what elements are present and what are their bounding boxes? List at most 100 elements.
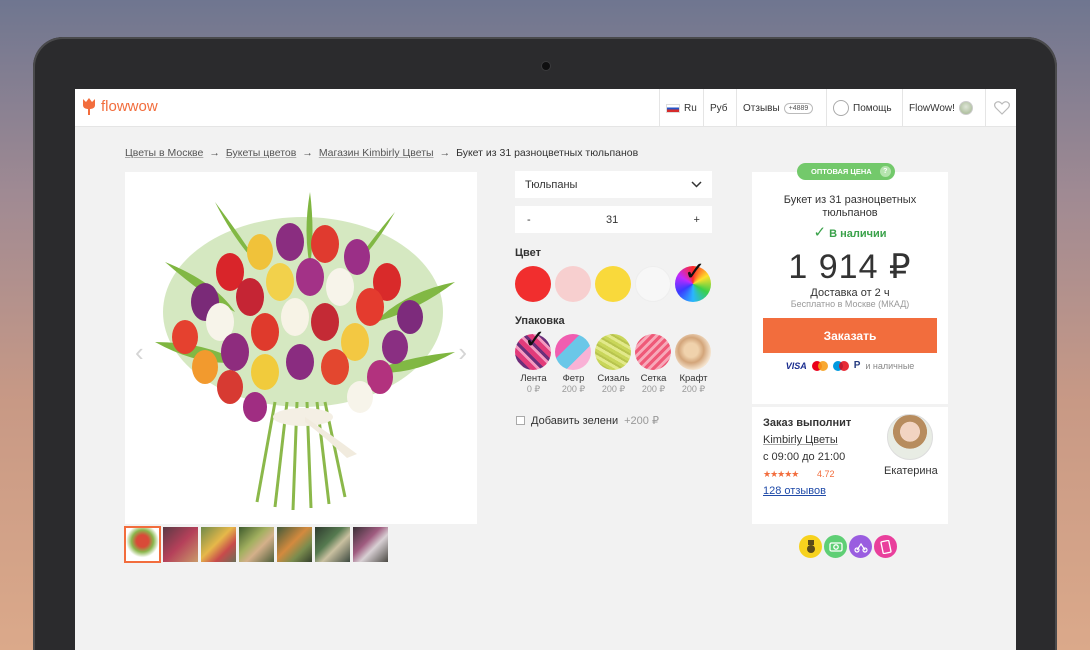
payment-methods: VISA P и наличные: [752, 360, 948, 371]
account-label: FlowWow!: [909, 102, 955, 114]
color-heading: Цвет: [515, 247, 542, 259]
favorites-button[interactable]: [985, 89, 1016, 127]
color-swatch-yellow[interactable]: [595, 266, 631, 302]
wholesale-price-badge[interactable]: ОПТОВАЯ ЦЕНА ?: [797, 163, 895, 180]
color-swatch-mix[interactable]: ✓: [675, 258, 711, 302]
packaging-price: 200 ₽: [601, 384, 626, 394]
florist-avatar: [887, 414, 933, 460]
seller-name-link[interactable]: Kimbirly Цветы: [763, 434, 838, 446]
seller-hours: с 09:00 до 21:00: [763, 451, 846, 463]
help-icon: [833, 100, 849, 116]
russia-flag-icon: [666, 103, 680, 113]
thumbnail[interactable]: [163, 527, 198, 562]
buy-card: Букет из 31 разноцветных тюльпанов ✓ В н…: [752, 172, 948, 404]
packaging-option-kraft[interactable]: Крафт 200 ₽: [675, 334, 712, 395]
color-swatch-pink[interactable]: [555, 266, 591, 302]
color-swatch-white[interactable]: [635, 266, 671, 302]
flower-type-value: Тюльпаны: [525, 178, 578, 191]
kraft-image: [675, 334, 711, 370]
breadcrumb-link-bouquets[interactable]: Букеты цветов: [226, 147, 296, 159]
packaging-option-felt[interactable]: Фетр 200 ₽: [555, 334, 592, 395]
tulip-logo-icon: [83, 98, 95, 115]
color-swatch-red[interactable]: [515, 266, 551, 302]
account-menu[interactable]: FlowWow!: [902, 89, 979, 127]
breadcrumb-arrow-icon: →: [439, 147, 451, 159]
seller-card: Заказ выполнит Kimbirly Цветы с 09:00 до…: [752, 407, 948, 524]
breadcrumb-link-city[interactable]: Цветы в Москве: [125, 147, 203, 159]
thumbnail[interactable]: [353, 527, 388, 562]
add-greens-price: +200 ₽: [624, 415, 659, 427]
language-switch[interactable]: Ru: [659, 89, 703, 127]
packaging-price: 200 ₽: [561, 384, 586, 394]
thumbnail[interactable]: [201, 527, 236, 562]
thumbnail[interactable]: [239, 527, 274, 562]
order-button[interactable]: Заказать: [763, 318, 937, 354]
rating-value: 4.72: [817, 469, 835, 479]
paypal-icon: P: [853, 360, 861, 372]
help-link[interactable]: Помощь: [826, 89, 898, 127]
account-avatar: [958, 101, 973, 115]
breadcrumb-current: Букет из 31 разноцветных тюльпанов: [456, 147, 639, 159]
reviews-link[interactable]: Отзывы +4889: [736, 89, 819, 127]
tulip-bouquet-image: [155, 192, 455, 511]
selected-checkmark-icon: ✓: [684, 256, 706, 286]
packaging-option-ribbon[interactable]: ✓ Лента 0 ₽: [515, 326, 552, 395]
add-greens-label: Добавить зелени: [531, 414, 619, 427]
quantity-minus-button[interactable]: -: [527, 214, 531, 226]
logo[interactable]: flowwow: [81, 97, 158, 115]
product-main-image[interactable]: ‹ ›: [125, 172, 477, 524]
packaging-name: Сетка: [640, 373, 667, 384]
florist-name: Екатерина: [884, 465, 938, 477]
thumbnail[interactable]: [315, 527, 350, 562]
sisal-image: [595, 334, 631, 370]
shop-badges: [797, 533, 899, 560]
thumbnail[interactable]: [277, 527, 312, 562]
color-swatches: ✓: [515, 258, 711, 302]
packaging-name: Фетр: [562, 373, 585, 384]
thumbnail[interactable]: [124, 526, 161, 563]
visa-icon: VISA: [785, 360, 807, 371]
next-image-chevron-icon[interactable]: ›: [458, 337, 467, 368]
heart-icon: [994, 101, 1010, 115]
help-label: Помощь: [853, 102, 892, 114]
add-greens-option[interactable]: Добавить зелени +200 ₽: [516, 414, 659, 427]
seller-reviews-link[interactable]: 128 отзывов: [763, 485, 826, 497]
language-label: Ru: [684, 102, 697, 114]
packaging-option-sisal[interactable]: Сизаль 200 ₽: [595, 334, 632, 395]
card-badge-icon[interactable]: [872, 533, 899, 560]
flower-type-select[interactable]: Тюльпаны: [515, 171, 712, 198]
selected-checkmark-icon: ✓: [524, 324, 546, 354]
delivery-badge-icon[interactable]: [847, 533, 874, 560]
help-question-icon[interactable]: ?: [879, 166, 891, 177]
breadcrumb-link-shop[interactable]: Магазин Kimbirly Цветы: [319, 147, 434, 159]
currency-switch[interactable]: Руб: [703, 89, 734, 127]
reviews-label: Отзывы: [743, 102, 780, 114]
packaging-name: Сизаль: [597, 373, 630, 384]
checkmark-icon: ✓: [813, 224, 827, 242]
packaging-option-mesh[interactable]: Сетка 200 ₽: [635, 334, 672, 395]
quantity-plus-button[interactable]: +: [694, 214, 700, 226]
stock-status: ✓ В наличии: [752, 223, 948, 241]
logo-text: flowwow: [101, 97, 158, 115]
rating-stars-icon: ★★★★★: [763, 469, 799, 479]
packaging-price: 200 ₽: [641, 384, 666, 394]
medal-badge-icon[interactable]: [797, 533, 824, 560]
quantity-value[interactable]: 31: [606, 214, 618, 226]
add-greens-checkbox[interactable]: [516, 416, 525, 425]
webcam: [542, 62, 550, 70]
cash-payment-label: и наличные: [865, 360, 915, 371]
prev-image-chevron-icon[interactable]: ‹: [135, 337, 144, 368]
felt-image: [555, 334, 591, 370]
product-price: 1 914 ₽: [788, 248, 912, 287]
stock-label: В наличии: [829, 228, 887, 241]
packaging-price: 200 ₽: [681, 384, 706, 394]
breadcrumb-arrow-icon: →: [302, 147, 313, 159]
breadcrumb: Цветы в Москве → Букеты цветов → Магазин…: [125, 147, 638, 159]
ribbon-image: ✓: [515, 326, 551, 370]
camera-badge-icon[interactable]: [822, 533, 849, 560]
reviews-count-badge: +4889: [783, 102, 814, 114]
packaging-price: 0 ₽: [526, 384, 541, 394]
delivery-time: Доставка от 2 ч: [810, 287, 890, 300]
mastercard-icon: [811, 360, 828, 371]
thumbnail-strip: [124, 526, 388, 563]
